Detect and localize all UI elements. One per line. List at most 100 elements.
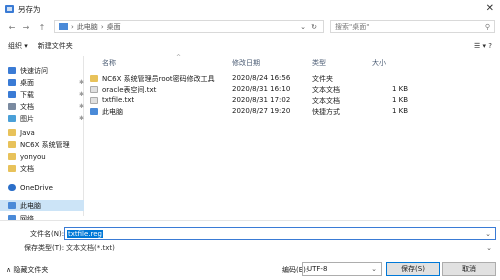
folder-icon <box>8 141 16 148</box>
sidebar-item-label: Java <box>20 128 35 137</box>
file-modified: 2020/8/31 16:10 <box>232 85 291 93</box>
organize-button[interactable]: 组织 ▾ <box>8 41 28 51</box>
sort-arrow-icon: ^ <box>176 54 182 61</box>
table-row[interactable]: 此电脑 2020/8/27 19:20 快捷方式 1 KB <box>86 107 500 117</box>
encoding-value: UTF-8 <box>307 265 328 273</box>
refresh-icon[interactable]: ↻ <box>311 23 317 31</box>
sidebar-item-this-pc[interactable]: 此电脑 <box>0 200 84 211</box>
folder-icon <box>90 75 98 82</box>
address-row: ← → ↑ › 此电脑 › 桌面 ⌄ ↻ 搜索"桌面" ⚲ <box>0 18 500 36</box>
new-folder-button[interactable]: 新建文件夹 <box>38 41 73 51</box>
hide-folders-button[interactable]: ∧ 隐藏文件夹 <box>6 265 48 275</box>
save-button[interactable]: 保存(S) <box>386 262 440 276</box>
folder-icon <box>8 165 16 172</box>
sidebar-item-label: 图片 <box>20 114 34 123</box>
folder-icon <box>8 153 16 160</box>
desktop-icon <box>8 79 16 86</box>
save-button-label: 保存(S) <box>401 265 425 273</box>
file-list[interactable]: 名称 ^ 修改日期 类型 大小 NC6X 系统管理员root密码修改工具 202… <box>86 54 500 216</box>
file-name: NC6X 系统管理员root密码修改工具 <box>102 75 215 83</box>
file-type: 文本文档 <box>312 86 340 94</box>
sidebar-item-desktop[interactable]: 桌面 ✱ <box>8 77 84 88</box>
file-name: oracle表空间.txt <box>102 86 157 94</box>
download-icon <box>8 91 16 98</box>
file-size: 1 KB <box>392 85 409 93</box>
sidebar-item-documents[interactable]: 文档 ✱ <box>8 101 84 112</box>
filename-label: 文件名(N): <box>30 230 65 238</box>
table-row[interactable]: oracle表空间.txt 2020/8/31 16:10 文本文档 1 KB <box>86 85 500 95</box>
file-size: 1 KB <box>392 96 409 104</box>
star-icon <box>8 67 16 74</box>
breadcrumb-separator: › <box>71 22 74 31</box>
breadcrumb-separator: › <box>100 22 104 31</box>
file-type: 快捷方式 <box>312 108 340 116</box>
chevron-down-icon[interactable]: ⌄ <box>371 265 377 273</box>
encoding-select[interactable]: UTF-8 ⌄ <box>302 262 382 276</box>
title-bar: 另存为 ✕ <box>0 0 500 18</box>
sidebar-item-pictures[interactable]: 图片 ✱ <box>8 113 84 124</box>
sidebar-item-yonyou[interactable]: yonyou <box>8 151 46 162</box>
chevron-down-icon[interactable]: ⌄ <box>486 244 492 252</box>
close-button[interactable]: ✕ <box>486 3 494 14</box>
table-row[interactable]: txtfile.txt 2020/8/31 17:02 文本文档 1 KB <box>86 96 500 106</box>
column-header-name[interactable]: 名称 <box>102 58 116 70</box>
chevron-down-icon[interactable]: ⌄ <box>485 230 491 238</box>
back-button[interactable]: ← <box>6 23 18 32</box>
sidebar-item-downloads[interactable]: 下载 ✱ <box>8 89 84 100</box>
sidebar-item-onedrive[interactable]: OneDrive <box>8 182 53 193</box>
sidebar-item-label: 快速访问 <box>20 66 48 75</box>
savetype-label: 保存类型(T): <box>24 244 65 252</box>
sidebar-item-docs-folder[interactable]: 文档 <box>8 163 34 174</box>
cloud-icon <box>8 184 16 191</box>
file-size: 1 KB <box>392 107 409 115</box>
sidebar-item-quick-access[interactable]: 快速访问 <box>8 65 48 76</box>
sidebar-item-label: OneDrive <box>20 183 53 192</box>
sidebar-item-label: 下载 <box>20 90 34 99</box>
pin-icon: ✱ <box>78 103 84 110</box>
address-dropdown-icon[interactable]: ⌄ <box>300 23 306 31</box>
filename-value: txtfile.reg <box>67 229 103 238</box>
up-button[interactable]: ↑ <box>36 23 48 32</box>
column-header-type[interactable]: 类型 <box>312 58 326 70</box>
file-name: txtfile.txt <box>102 96 135 104</box>
search-input[interactable]: 搜索"桌面" ⚲ <box>330 20 495 33</box>
forward-button[interactable]: → <box>20 23 32 32</box>
search-icon: ⚲ <box>484 22 490 31</box>
file-modified: 2020/8/24 16:56 <box>232 74 291 82</box>
computer-icon <box>8 202 16 209</box>
folder-icon <box>8 129 16 136</box>
save-panel: 文件名(N): txtfile.reg ⌄ 保存类型(T): 文本文档(*.tx… <box>0 220 500 280</box>
cancel-button-label: 取消 <box>462 265 476 273</box>
sidebar-item-label: 文档 <box>20 164 34 173</box>
breadcrumb-desktop[interactable]: 桌面 <box>107 22 121 32</box>
column-header-size[interactable]: 大小 <box>372 58 386 70</box>
navigation-pane[interactable]: 快速访问 桌面 ✱ 下载 ✱ 文档 ✱ 图片 ✱ Java NC6X 系统管理 … <box>0 56 84 223</box>
column-header-modified[interactable]: 修改日期 <box>232 58 260 70</box>
cancel-button[interactable]: 取消 <box>442 262 496 276</box>
sidebar-item-label: NC6X 系统管理 <box>20 140 70 149</box>
command-bar: 组织 ▾ 新建文件夹 ☰ ▾ ? <box>0 38 500 54</box>
computer-icon <box>59 23 68 30</box>
picture-icon <box>8 115 16 122</box>
breadcrumb-this-pc[interactable]: 此电脑 <box>77 22 98 32</box>
text-file-icon <box>90 86 98 93</box>
shortcut-icon <box>90 108 98 115</box>
table-row[interactable]: NC6X 系统管理员root密码修改工具 2020/8/24 16:56 文件夹 <box>86 74 500 84</box>
pin-icon: ✱ <box>78 79 84 86</box>
view-options-icon[interactable]: ☰ ▾ ? <box>474 42 492 50</box>
sidebar-item-label: 桌面 <box>20 78 34 87</box>
address-bar[interactable]: › 此电脑 › 桌面 ⌄ ↻ <box>54 20 324 33</box>
file-modified: 2020/8/27 19:20 <box>232 107 291 115</box>
savetype-value: 文本文档(*.txt) <box>66 243 115 252</box>
window-title: 另存为 <box>18 4 41 14</box>
text-file-icon <box>90 97 98 104</box>
filename-input[interactable]: txtfile.reg ⌄ <box>64 227 496 240</box>
pin-icon: ✱ <box>78 115 84 122</box>
file-name: 此电脑 <box>102 108 123 116</box>
file-type: 文本文档 <box>312 97 340 105</box>
sidebar-item-java[interactable]: Java <box>8 127 35 138</box>
savetype-select[interactable]: 文本文档(*.txt) ⌄ <box>64 242 496 253</box>
notepad-icon <box>5 5 14 13</box>
sidebar-item-nc6x[interactable]: NC6X 系统管理 <box>8 139 70 150</box>
sidebar-item-label: yonyou <box>20 152 46 161</box>
